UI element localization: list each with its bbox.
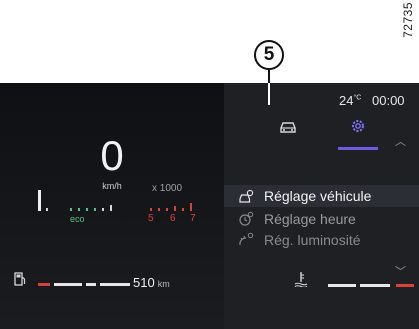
rpm-mark-6: 6 [170, 213, 176, 224]
brightness-icon [239, 232, 254, 246]
gear-icon[interactable] [350, 118, 366, 134]
menu-item-brightness[interactable]: Rég. luminosité [264, 232, 361, 248]
speed-unit: km/h [102, 181, 122, 191]
menu-item-time-settings[interactable]: Réglage heure [264, 211, 356, 227]
rpm-tick [158, 208, 160, 211]
figure-reference-code: 72735 [401, 2, 415, 38]
coolant-temperature-gauge [328, 284, 414, 287]
clock-settings-icon [239, 211, 254, 226]
rpm-tick [110, 205, 112, 211]
speed-value: 0 [100, 132, 124, 179]
rpm-tick [182, 208, 184, 211]
outside-temperature: 24°C [339, 93, 361, 108]
coolant-temperature-icon [294, 272, 308, 287]
instrument-cluster: 0 km/h x 1000 eco 5 6 7 510 km 24°C 00:0… [0, 83, 419, 329]
callout-line [268, 70, 270, 83]
range-unit: km [157, 279, 170, 289]
rpm-tick [46, 208, 48, 211]
clock: 00:00 [372, 93, 405, 108]
rpm-tick [166, 208, 168, 211]
rpm-tick [150, 208, 152, 211]
rpm-mark-7: 7 [190, 213, 196, 224]
scroll-up-icon[interactable]: ︿ [395, 133, 406, 149]
rpm-tick [70, 208, 72, 211]
rpm-mark-5: 5 [148, 213, 154, 224]
driving-panel: 0 km/h x 1000 eco 5 6 7 510 km [0, 83, 224, 329]
menu-item-vehicle-settings[interactable]: Réglage véhicule [264, 188, 371, 204]
rpm-tick [102, 208, 104, 211]
callout-line-lower [268, 83, 270, 105]
scroll-down-icon[interactable]: ﹀ [395, 263, 406, 279]
temperature-unit: °C [353, 94, 362, 102]
rpm-tick [78, 208, 80, 211]
car-icon[interactable] [279, 120, 297, 134]
tab-selected-indicator [338, 147, 378, 150]
rpm-tick [174, 206, 176, 211]
range-value: 510 [133, 275, 155, 290]
rpm-tick [86, 208, 88, 211]
range-readout: 510 km [133, 275, 170, 290]
temperature-value: 24 [339, 93, 354, 108]
fuel-pump-icon [14, 272, 26, 286]
callout-number: 5 [254, 40, 284, 70]
rpm-scale-label: x 1000 [152, 183, 183, 194]
rpm-tick [190, 203, 192, 211]
rpm-start-marker [38, 190, 41, 211]
eco-label: eco [70, 214, 85, 224]
fuel-gauge [38, 283, 130, 286]
car-settings-icon [239, 189, 254, 203]
rpm-tick [94, 208, 96, 211]
